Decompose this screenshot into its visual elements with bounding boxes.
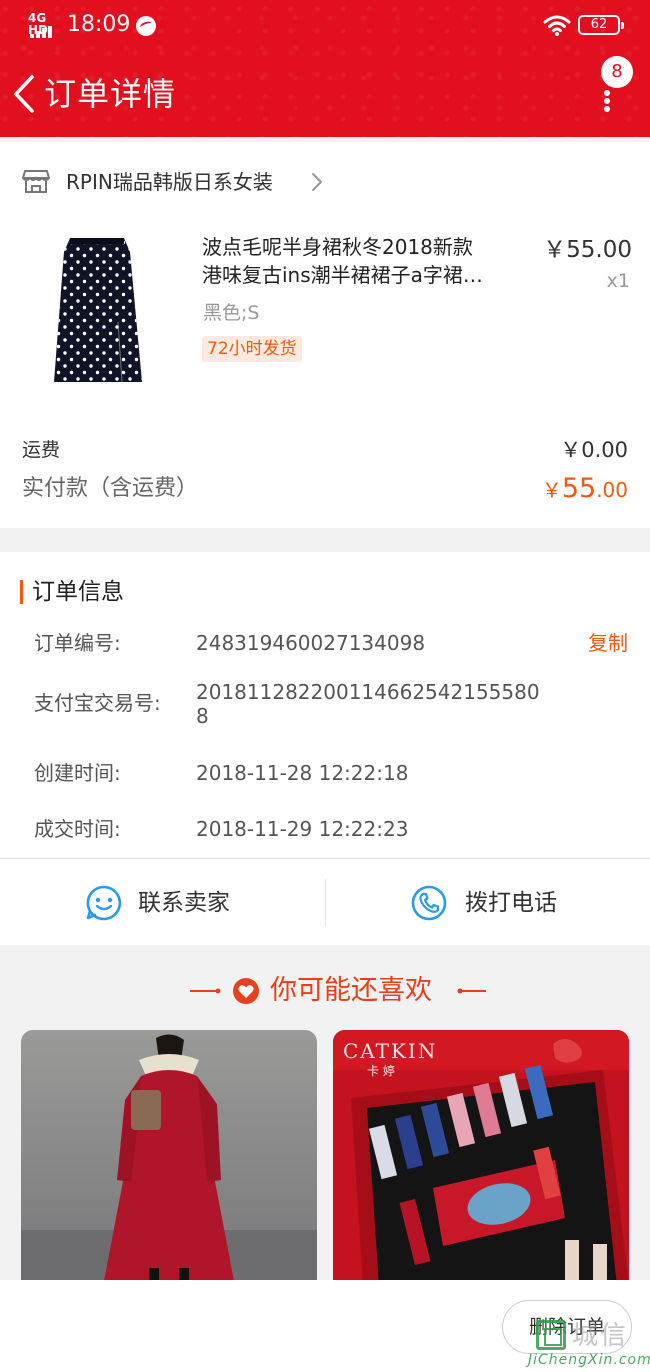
more-menu-icon[interactable]: [602, 90, 612, 112]
status-time: 18:09: [67, 12, 131, 37]
recommend-title: 你可能还喜欢: [270, 975, 432, 1006]
product-quantity: x1: [606, 270, 630, 292]
back-arrow-icon[interactable]: [10, 74, 38, 114]
recommend-heading: 你可能还喜欢: [0, 968, 650, 1014]
order-number-label: 订单编号:: [34, 631, 121, 655]
status-bar: 4G HD 18:09 62: [0, 0, 650, 50]
contact-bar: 联系卖家 拨打电话: [0, 858, 650, 945]
order-number-value: 248319460027134098: [196, 631, 426, 655]
deal-time-label: 成交时间:: [34, 817, 121, 841]
watermark-url: JiChengXin.com: [528, 1352, 650, 1368]
paid-decimal: .00: [596, 478, 628, 502]
red-dress-image: [21, 1030, 317, 1286]
created-time-label: 创建时间:: [34, 761, 121, 785]
chevron-right-icon[interactable]: [310, 172, 324, 192]
call-phone-button[interactable]: 拨打电话: [325, 859, 650, 946]
battery-indicator: 62: [578, 15, 624, 35]
page-title: 订单详情: [44, 75, 177, 113]
recommend-item-dress[interactable]: [21, 1030, 317, 1286]
order-product-card: RPIN瑞品韩版日系女装 波点毛呢半身裙秋冬2018新款 港味复古ins潮半裙裙…: [0, 142, 650, 528]
contact-seller-button[interactable]: 联系卖家: [0, 859, 325, 946]
call-phone-label: 拨打电话: [465, 890, 557, 916]
brand-logo-text: CATKIN: [343, 1039, 438, 1063]
product-image[interactable]: [22, 232, 172, 388]
watermark: 城信 JiChengXin.com: [528, 1318, 650, 1372]
contact-seller-label: 联系卖家: [138, 890, 230, 916]
heart-divider-icon: [190, 978, 259, 1004]
signal-icon: 4G HD: [28, 12, 62, 38]
total-paid-value: ￥55.00: [542, 472, 628, 509]
currency-symbol: ￥: [541, 478, 562, 502]
deal-time-value: 2018-11-29 12:22:23: [196, 817, 409, 841]
watermark-logo-icon: [536, 1320, 566, 1350]
order-info-card: 订单信息 订单编号: 248319460027134098 复制 支付宝交易号:…: [0, 552, 650, 945]
shipping-fee-label: 运费: [22, 439, 61, 461]
shipping-time-tag: 72小时发货: [202, 336, 302, 362]
header: 4G HD 18:09 62 订单详情 8: [0, 0, 650, 137]
alipay-trade-label: 支付宝交易号:: [34, 691, 161, 715]
total-paid-label: 实付款（含运费）: [22, 476, 199, 501]
product-title[interactable]: 波点毛呢半身裙秋冬2018新款 港味复古ins潮半裙裙子a字裙…: [202, 233, 532, 289]
notification-icon: [136, 16, 156, 36]
phone-icon: [411, 885, 447, 921]
watermark-text: 城信: [572, 1321, 629, 1351]
paid-integer: 55: [561, 473, 597, 504]
divider-right-icon: [457, 988, 486, 994]
shipping-fee-value: ￥0.00: [560, 438, 628, 462]
chat-face-icon: [86, 885, 122, 921]
alipay-trade-value: 2018112822001146625421555808: [196, 680, 540, 728]
recommend-item-lipstick-set[interactable]: CATKIN 卡 婷: [333, 1030, 629, 1286]
product-variant: 黑色;S: [203, 302, 260, 324]
shop-name[interactable]: RPIN瑞品韩版日系女装: [66, 168, 273, 196]
product-title-line1: 波点毛呢半身裙秋冬2018新款: [202, 235, 473, 259]
shop-icon[interactable]: [22, 168, 50, 194]
product-price: ￥55.00: [543, 237, 632, 263]
message-count-badge[interactable]: 8: [601, 56, 633, 88]
created-time-value: 2018-11-28 12:22:18: [196, 761, 409, 785]
product-title-line2: 港味复古ins潮半裙裙子a字裙…: [202, 263, 483, 287]
copy-button[interactable]: 复制: [588, 630, 628, 656]
order-info-title: 订单信息: [20, 576, 124, 608]
wifi-icon: [543, 15, 571, 36]
brand-logo-cn: 卡 婷: [367, 1064, 395, 1078]
